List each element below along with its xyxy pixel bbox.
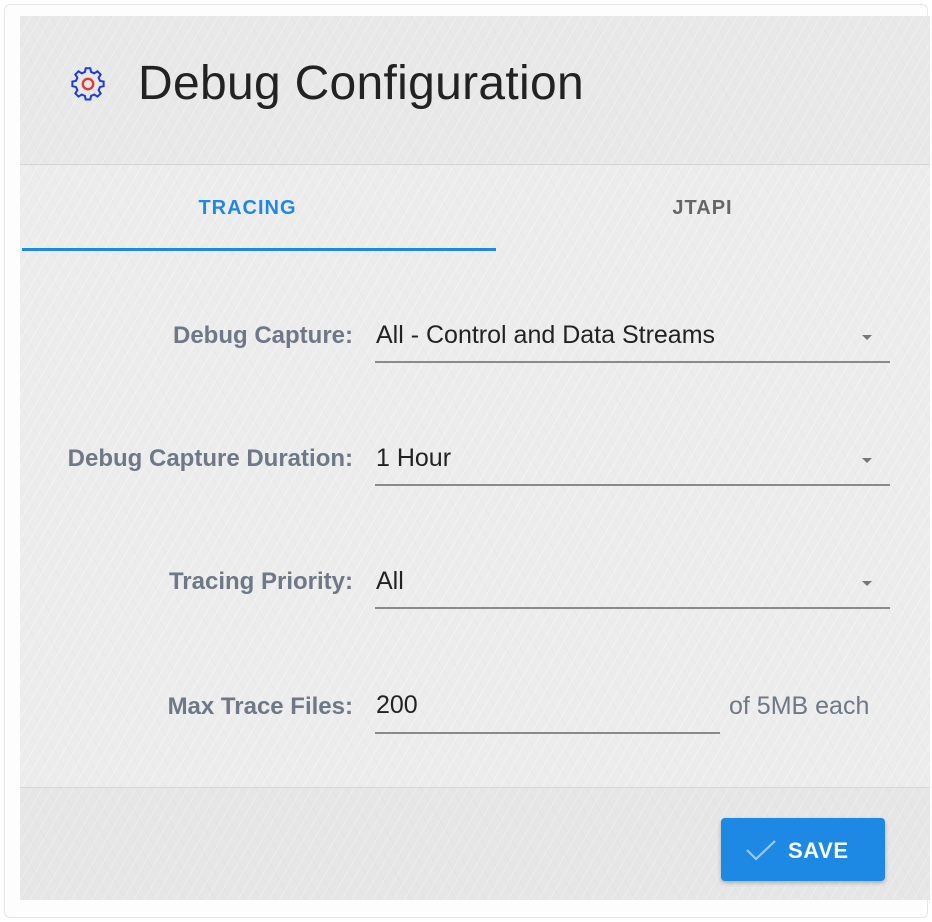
debug-capture-duration-value: 1 Hour [376,444,452,472]
check-icon [746,840,776,861]
tracing-priority-value: All [376,567,404,595]
card-header: Debug Configuration [20,16,930,165]
save-button[interactable]: SAVE [721,818,885,881]
gear-icon [71,67,105,101]
debug-capture-duration-label: Debug Capture Duration: [67,445,353,472]
tracing-priority-row: Tracing Priority: All [20,554,930,614]
tab-jtapi-label: JTAPI [672,197,733,219]
tab-jtapi[interactable]: JTAPI [475,165,930,253]
tab-tracing[interactable]: TRACING [20,165,475,253]
debug-capture-row: Debug Capture: All - Control and Data St… [20,308,930,368]
debug-capture-duration-select[interactable]: 1 Hour [375,431,890,486]
debug-capture-label: Debug Capture: [173,322,353,349]
save-button-label: SAVE [788,838,849,863]
dropdown-caret-icon [862,581,872,586]
max-trace-files-input[interactable] [375,687,706,723]
tab-tracing-label: TRACING [198,197,297,219]
max-trace-files-label: Max Trace Files: [167,693,353,720]
dropdown-caret-icon [862,335,872,340]
max-trace-files-row: Max Trace Files: of 5MB each [20,679,930,739]
card-footer: SAVE [20,787,930,900]
tracing-priority-select[interactable]: All [375,554,890,609]
max-trace-files-field[interactable] [375,679,720,734]
dropdown-caret-icon [862,458,872,463]
debug-capture-select[interactable]: All - Control and Data Streams [375,308,890,363]
max-trace-files-suffix: of 5MB each [729,692,870,720]
debug-capture-value: All - Control and Data Streams [376,321,716,349]
tracing-priority-label: Tracing Priority: [168,568,353,595]
tab-bar: TRACING JTAPI [20,165,930,253]
active-tab-indicator [22,248,496,251]
debug-capture-duration-row: Debug Capture Duration: 1 Hour [20,431,930,491]
debug-configuration-card: Debug Configuration TRACING JTAPI Debug … [20,16,930,900]
page-title: Debug Configuration [138,57,584,110]
